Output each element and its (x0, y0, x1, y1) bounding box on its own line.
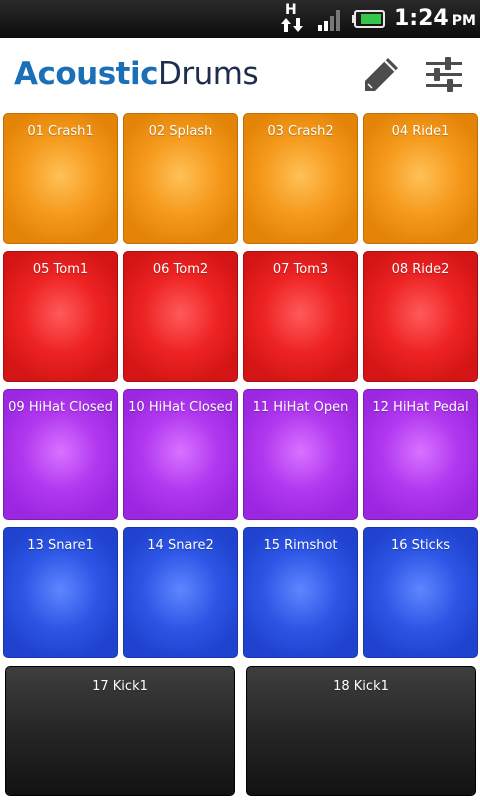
drum-pad-label: 08 Ride2 (391, 262, 450, 277)
drum-pad-17[interactable]: 17 Kick1 (5, 666, 235, 796)
clock-ampm: PM (451, 13, 476, 29)
drum-pad-label: 11 HiHat Open (252, 400, 349, 415)
drum-pad-05[interactable]: 05 Tom1 (3, 251, 118, 382)
sliders-icon (426, 57, 462, 92)
drum-pad-label: 09 HiHat Closed (8, 400, 113, 415)
status-clock: 1:24 PM (394, 4, 476, 34)
drum-pad-16[interactable]: 16 Sticks (363, 527, 478, 658)
network-transfer-icon: H (280, 2, 304, 36)
drum-pad-label: 14 Snare2 (147, 538, 214, 553)
drum-pad-03[interactable]: 03 Crash2 (243, 113, 358, 244)
drum-pad-07[interactable]: 07 Tom3 (243, 251, 358, 382)
drum-pad-06[interactable]: 06 Tom2 (123, 251, 238, 382)
drum-pad-label: 06 Tom2 (152, 262, 209, 277)
drum-pad-label: 03 Crash2 (267, 124, 334, 139)
drum-pad-15[interactable]: 15 Rimshot (243, 527, 358, 658)
drum-pad-label: 18 Kick1 (333, 679, 389, 694)
drum-pad-09[interactable]: 09 HiHat Closed (3, 389, 118, 520)
drum-pad-grid: 01 Crash1 02 Splash 03 Crash2 04 Ride1 05 To… (0, 110, 480, 800)
drum-pad-label: 05 Tom1 (32, 262, 89, 277)
drum-pad-label: 02 Splash (148, 124, 213, 139)
drum-pad-label: 17 Kick1 (92, 679, 148, 694)
drum-pad-18[interactable]: 18 Kick1 (246, 666, 476, 796)
settings-button[interactable] (422, 54, 466, 96)
drum-pad-12[interactable]: 12 HiHat Pedal (363, 389, 478, 520)
battery-icon (352, 10, 385, 28)
drum-pad-label: 10 HiHat Closed (128, 400, 233, 415)
drum-pad-14[interactable]: 14 Snare2 (123, 527, 238, 658)
drum-pad-label: 04 Ride1 (391, 124, 450, 139)
drum-pad-label: 12 HiHat Pedal (372, 400, 469, 415)
drum-pad-label: 07 Tom3 (272, 262, 329, 277)
drum-pad-label: 01 Crash1 (27, 124, 94, 139)
edit-button[interactable] (360, 54, 402, 96)
drum-pad-label: 16 Sticks (390, 538, 451, 553)
pencil-icon (365, 58, 398, 91)
status-bar: H 1:24 PM (0, 0, 480, 38)
drum-pad-10[interactable]: 10 HiHat Closed (123, 389, 238, 520)
app-title-drums: Drums (158, 56, 259, 92)
app-screen: H 1:24 PM AcousticDrums 01 Crash1 02 Spl… (0, 0, 480, 800)
drum-pad-02[interactable]: 02 Splash (123, 113, 238, 244)
drum-pad-label: 13 Snare1 (27, 538, 94, 553)
drum-pad-04[interactable]: 04 Ride1 (363, 113, 478, 244)
drum-pad-label: 15 Rimshot (263, 538, 338, 553)
clock-time: 1:24 (394, 6, 449, 31)
drum-pad-13[interactable]: 13 Snare1 (3, 527, 118, 658)
app-title-acoustic: Acoustic (14, 56, 159, 92)
drum-pad-08[interactable]: 08 Ride2 (363, 251, 478, 382)
drum-pad-11[interactable]: 11 HiHat Open (243, 389, 358, 520)
signal-icon (318, 10, 340, 31)
drum-pad-01[interactable]: 01 Crash1 (3, 113, 118, 244)
app-header: AcousticDrums (0, 38, 480, 110)
app-title: AcousticDrums (14, 54, 259, 94)
